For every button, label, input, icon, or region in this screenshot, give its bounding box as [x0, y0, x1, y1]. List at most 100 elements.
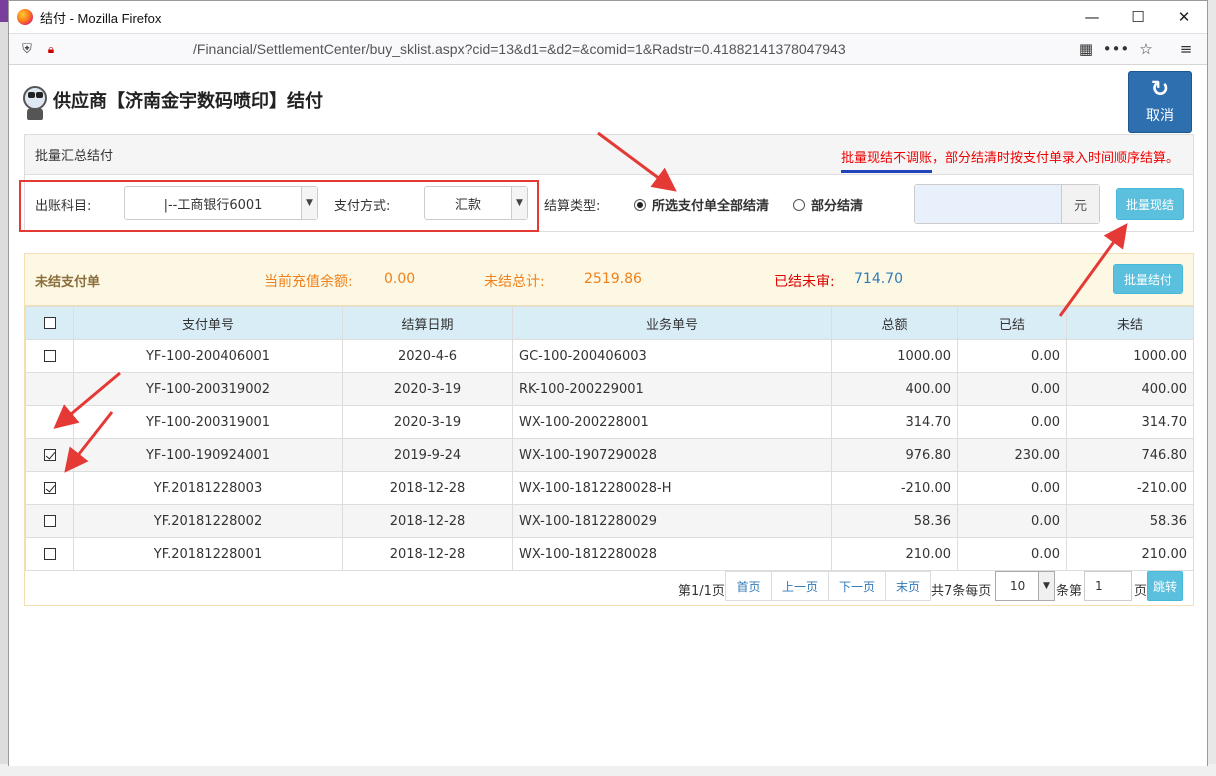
column-header[interactable]: 支付单号 — [73, 306, 343, 340]
bookmark-star-icon[interactable]: ☆ — [1131, 37, 1161, 61]
biz-no-link[interactable]: WX-100-200228001 — [512, 405, 832, 439]
shield-icon[interactable]: ⛨ — [15, 37, 39, 61]
table-row: YF-100-190924001 2019-9-24 WX-100-190729… — [25, 438, 1194, 472]
column-header[interactable]: 业务单号 — [512, 306, 832, 340]
batch-settlement-panel: 批量汇总结付 批量现结不调账，部分结清时按支付单录入时间顺序结算。 出账科目: … — [19, 134, 1194, 232]
biz-no-link[interactable]: GC-100-200406003 — [512, 339, 832, 373]
unsettled-amount: -210.00 — [1066, 471, 1194, 505]
pay-no-link[interactable]: YF-100-190924001 — [73, 438, 343, 472]
row-checkbox[interactable] — [43, 515, 56, 527]
row-checkbox-cell[interactable] — [25, 438, 74, 472]
connection-insecure-icon[interactable]: 🔒︎ — [39, 37, 63, 61]
page-content: 供应商【济南金宇数码喷印】结付 ↻ 取消 批量汇总结付 批量现结不调账，部分结清… — [9, 66, 1207, 766]
unsettled-amount: 400.00 — [1066, 372, 1194, 406]
goto-button[interactable]: 跳转 — [1147, 571, 1183, 601]
select-all-checkbox[interactable] — [43, 317, 56, 329]
row-checkbox-cell — [25, 372, 74, 406]
window-title: 结付 - Mozilla Firefox — [40, 10, 162, 26]
row-checkbox-checked[interactable] — [43, 449, 56, 461]
row-checkbox-cell[interactable] — [25, 339, 74, 373]
goto-page-input[interactable]: 1 — [1084, 571, 1132, 601]
qr-code-icon[interactable]: ▦ — [1071, 37, 1101, 61]
pay-no-link[interactable]: YF-100-200319001 — [73, 405, 343, 439]
payments-table: 支付单号 结算日期 业务单号 总额 已结 未结 YF-100-200406001… — [25, 306, 1194, 571]
radio-settle-all-label: 所选支付单全部结清 — [652, 199, 770, 214]
total-amount: 1000.00 — [831, 339, 958, 373]
url-text[interactable]: /Financial/SettlementCenter/buy_sklist.a… — [193, 41, 1071, 57]
page-size-select[interactable]: 10 ▼ — [995, 571, 1055, 601]
row-checkbox-cell[interactable] — [25, 537, 74, 571]
unsettled-amount: 58.36 — [1066, 504, 1194, 538]
browser-window: 结付 - Mozilla Firefox — ☐ ✕ ⛨ 🔒︎ /Financi… — [8, 0, 1208, 766]
select-all-cell[interactable] — [25, 306, 74, 340]
amount-input[interactable] — [915, 185, 1061, 223]
column-header[interactable]: 已结 — [957, 306, 1067, 340]
more-icon[interactable]: ••• — [1101, 37, 1131, 61]
last-page-link[interactable]: 末页 — [885, 571, 931, 601]
background-app-marker — [0, 0, 8, 22]
pay-no-link[interactable]: YF.20181228002 — [73, 504, 343, 538]
column-header[interactable]: 未结 — [1066, 306, 1194, 340]
table-header-row: 支付单号 结算日期 业务单号 总额 已结 未结 — [25, 306, 1194, 340]
total-amount: 400.00 — [831, 372, 958, 406]
settle-date: 2020-3-19 — [342, 405, 513, 439]
undo-icon: ↻ — [1150, 77, 1170, 102]
table-row: YF.20181228001 2018-12-28 WX-100-1812280… — [25, 537, 1194, 571]
goto-suffix: 页 — [1134, 584, 1148, 599]
unsettled-amount: 314.70 — [1066, 405, 1194, 439]
biz-no-link[interactable]: WX-100-1812280028 — [512, 537, 832, 571]
radio-dot[interactable] — [793, 198, 805, 211]
address-bar[interactable]: ⛨ 🔒︎ /Financial/SettlementCenter/buy_skl… — [9, 33, 1207, 65]
chevron-down-icon: ▼ — [511, 187, 527, 219]
radio-settle-partial[interactable]: 部分结清 — [793, 195, 863, 214]
close-icon[interactable]: ✕ — [1161, 1, 1207, 33]
menu-icon[interactable]: ≡ — [1171, 37, 1201, 61]
column-header[interactable]: 结算日期 — [342, 306, 513, 340]
firefox-logo-icon — [17, 9, 33, 25]
minimize-icon[interactable]: — — [1069, 1, 1115, 33]
next-page-link[interactable]: 下一页 — [828, 571, 886, 601]
unsettled-amount: 1000.00 — [1066, 339, 1194, 373]
pay-no-link[interactable]: YF.20181228003 — [73, 471, 343, 505]
pay-no-link[interactable]: YF-100-200406001 — [73, 339, 343, 373]
biz-no-link[interactable]: WX-100-1907290028 — [512, 438, 832, 472]
goto-prefix: 条第 — [1056, 584, 1083, 599]
first-page-link[interactable]: 首页 — [725, 571, 772, 601]
pay-no-link[interactable]: YF-100-200319002 — [73, 372, 343, 406]
row-checkbox[interactable] — [43, 350, 56, 362]
unsettled-panel-header: 未结支付单 当前充值余额: 0.00 未结总计: 2519.86 已结未审: 7… — [25, 254, 1193, 306]
payment-method-select[interactable]: 汇款 ▼ — [424, 186, 528, 220]
row-checkbox-cell[interactable] — [25, 471, 74, 505]
settle-date: 2018-12-28 — [342, 471, 513, 505]
radio-settle-all[interactable]: 所选支付单全部结清 — [634, 195, 769, 214]
cancel-button[interactable]: ↻ 取消 — [1128, 71, 1192, 133]
row-checkbox-checked[interactable] — [43, 482, 56, 494]
record-count-text: 共7条每页 — [931, 584, 992, 599]
batch-notice: 批量现结不调账，部分结清时按支付单录入时间顺序结算。 — [840, 147, 1179, 173]
payment-method-value: 汇款 — [454, 197, 481, 213]
unaudited-value: 714.70 — [854, 271, 903, 287]
batch-pay-button[interactable]: 批量结付 — [1113, 264, 1183, 294]
maximize-icon[interactable]: ☐ — [1115, 1, 1161, 33]
prev-page-link[interactable]: 上一页 — [771, 571, 829, 601]
unsettled-total-value: 2519.86 — [584, 271, 642, 287]
biz-no-link[interactable]: RK-100-200229001 — [512, 372, 832, 406]
table-row: YF.20181228002 2018-12-28 WX-100-1812280… — [25, 504, 1194, 538]
settled-amount: 0.00 — [957, 339, 1067, 373]
page-size-value: 10 — [1010, 579, 1026, 593]
radio-dot-selected[interactable] — [634, 198, 646, 211]
row-checkbox[interactable] — [43, 548, 56, 560]
pager-buttons: 首页 上一页 下一页 末页 — [725, 571, 931, 601]
balance-value: 0.00 — [384, 271, 416, 287]
biz-no-link[interactable]: WX-100-1812280029 — [512, 504, 832, 538]
batch-notice-rest: ，部分结清时按支付单录入时间顺序结算。 — [931, 151, 1179, 166]
pay-no-link[interactable]: YF.20181228001 — [73, 537, 343, 571]
pagination: 第1/1页 首页 上一页 下一页 末页 共7条每页 10 ▼ 条第 1 页 跳转 — [25, 571, 1193, 603]
page-info: 第1/1页 — [678, 584, 725, 599]
row-checkbox-cell[interactable] — [25, 504, 74, 538]
column-header[interactable]: 总额 — [831, 306, 958, 340]
batch-cash-settle-button[interactable]: 批量现结 — [1116, 188, 1184, 220]
account-select[interactable]: |--工商银行6001 ▼ — [124, 186, 318, 220]
page-header: 供应商【济南金宇数码喷印】结付 — [21, 78, 323, 122]
biz-no-link[interactable]: WX-100-1812280028-H — [512, 471, 832, 505]
